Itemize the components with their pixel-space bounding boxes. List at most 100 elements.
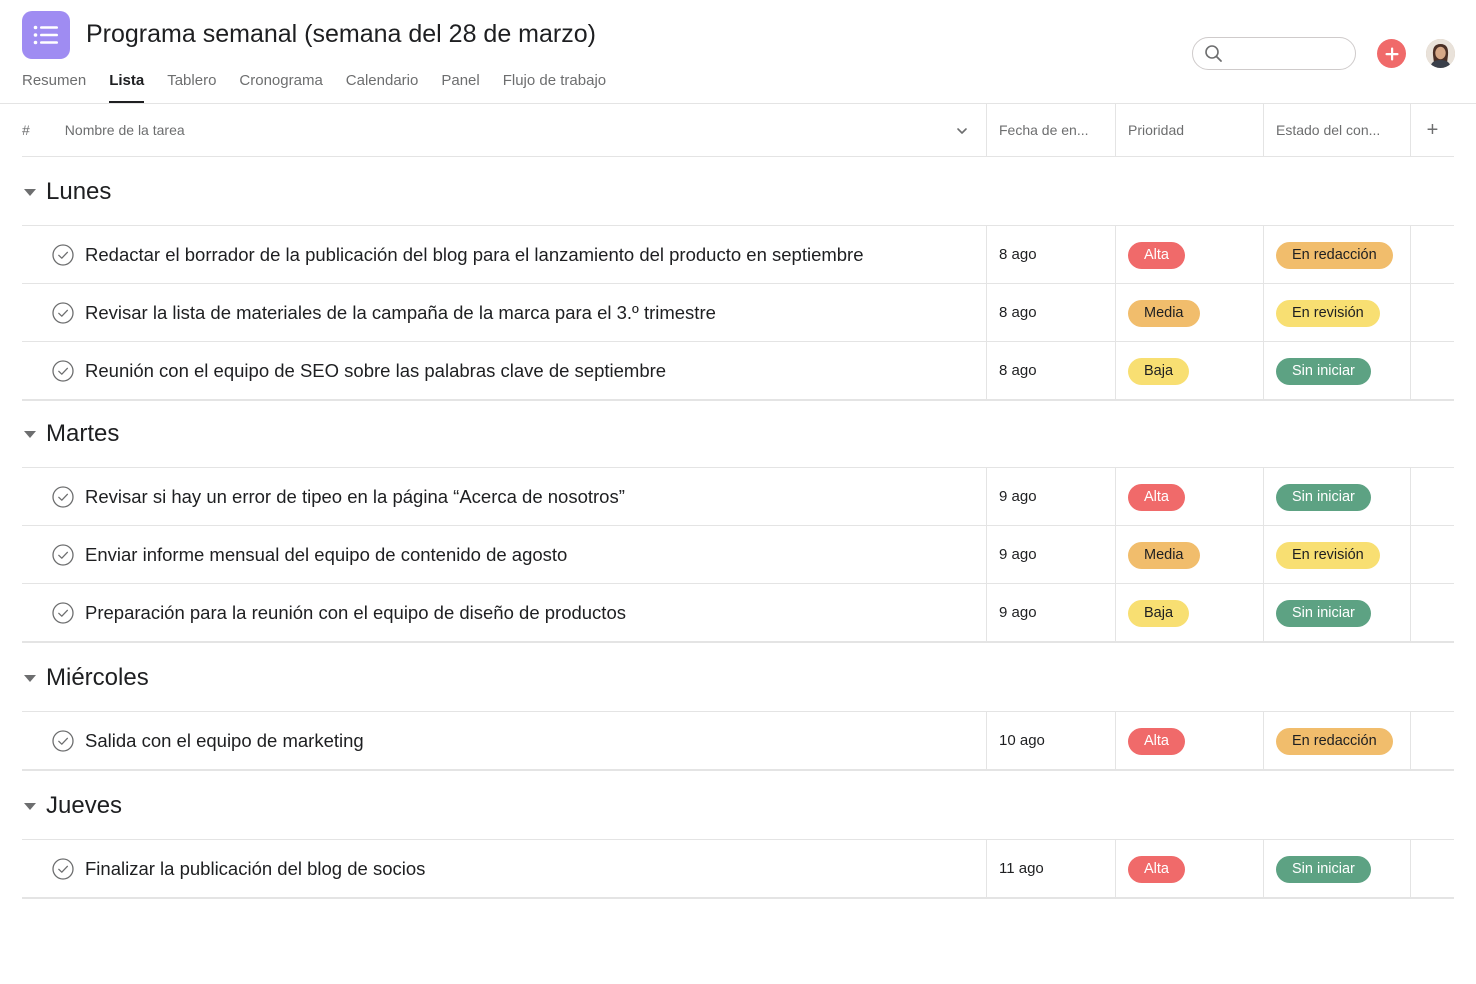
priority-badge[interactable]: Baja [1128,357,1190,385]
column-header-status[interactable]: Estado del con... [1264,104,1411,157]
section-title: Lunes [46,178,112,205]
status-badge[interactable]: En revisión [1276,299,1380,327]
column-header-name: # Nombre de la tarea [22,104,987,157]
add-button[interactable] [1377,39,1406,68]
column-divider [1263,840,1264,898]
project-list-icon [22,11,70,59]
task-name[interactable]: Preparación para la reunión con el equip… [85,602,626,624]
status-badge[interactable]: Sin iniciar [1276,483,1371,511]
check-circle-icon[interactable] [52,360,74,382]
chevron-down-icon[interactable] [956,124,968,140]
column-divider [1410,104,1411,157]
check-circle-icon[interactable] [52,302,74,324]
priority-badge[interactable]: Alta [1128,727,1185,755]
status-badge[interactable]: En redacción [1276,241,1393,269]
section-header-miercoles[interactable]: Miércoles [22,658,149,698]
tab-cronograma[interactable]: Cronograma [239,72,322,103]
check-circle-icon[interactable] [52,858,74,880]
priority-badge[interactable]: Alta [1128,241,1185,269]
column-status-label: Estado del con... [1276,122,1381,138]
status-badge[interactable]: Sin iniciar [1276,357,1371,385]
tab-panel[interactable]: Panel [441,72,479,103]
section-header-martes[interactable]: Martes [22,414,119,454]
avatar[interactable] [1426,39,1455,68]
priority-badge[interactable]: Media [1128,541,1200,569]
column-header-date[interactable]: Fecha de en... [987,104,1116,157]
check-circle-icon[interactable] [52,244,74,266]
row-divider [22,769,1454,771]
column-divider [1115,226,1116,400]
status-badge[interactable]: Sin iniciar [1276,599,1371,627]
section-header-lunes[interactable]: Lunes [22,172,111,212]
add-column-button[interactable]: + [1411,104,1454,157]
task-name[interactable]: Salida con el equipo de marketing [85,730,364,752]
caret-down-icon[interactable] [24,802,36,810]
column-divider [1410,840,1411,898]
caret-down-icon[interactable] [24,430,36,438]
due-date[interactable]: 9 ago [999,603,1037,623]
status-badge[interactable]: Sin iniciar [1276,855,1371,883]
due-date[interactable]: 9 ago [999,545,1037,565]
view-tabs: Resumen Lista Tablero Cronograma Calenda… [22,72,629,104]
status-badge[interactable]: En redacción [1276,727,1393,755]
column-divider [1115,840,1116,898]
due-date[interactable]: 8 ago [999,245,1037,265]
column-divider [1115,468,1116,642]
column-priority-label: Prioridad [1128,122,1185,138]
column-divider [1115,712,1116,770]
plus-icon: + [1426,118,1439,141]
task-name[interactable]: Revisar la lista de materiales de la cam… [85,302,716,324]
task-name[interactable]: Redactar el borrador de la publicación d… [85,244,864,266]
due-date[interactable]: 11 ago [999,859,1044,879]
column-name-label[interactable]: Nombre de la tarea [65,122,185,138]
column-divider [1263,104,1264,157]
due-date[interactable]: 8 ago [999,303,1037,323]
page-title: Programa semanal (semana del 28 de marzo… [86,20,596,48]
check-circle-icon[interactable] [52,730,74,752]
task-name[interactable]: Reunión con el equipo de SEO sobre las p… [85,360,666,382]
column-date-label: Fecha de en... [999,122,1089,138]
status-badge[interactable]: En revisión [1276,541,1380,569]
tab-flujo-de-trabajo[interactable]: Flujo de trabajo [503,72,606,103]
plus-icon [1385,47,1398,60]
section-header-jueves[interactable]: Jueves [22,786,122,826]
check-circle-icon[interactable] [52,544,74,566]
priority-badge[interactable]: Baja [1128,599,1190,627]
tab-lista[interactable]: Lista [109,72,145,103]
task-name[interactable]: Enviar informe mensual del equipo de con… [85,544,567,566]
check-circle-icon[interactable] [52,602,74,624]
column-divider [1263,712,1264,770]
column-divider [986,226,987,400]
section-title: Martes [46,420,120,447]
column-divider [986,840,987,898]
priority-badge[interactable]: Alta [1128,855,1185,883]
search-icon [1204,44,1224,69]
row-divider [22,399,1454,401]
tab-resumen[interactable]: Resumen [22,72,86,103]
row-divider [22,641,1454,643]
check-circle-icon[interactable] [52,486,74,508]
priority-badge[interactable]: Alta [1128,483,1185,511]
column-divider [986,104,987,157]
caret-down-icon[interactable] [24,674,36,682]
column-header-priority[interactable]: Prioridad [1116,104,1264,157]
due-date[interactable]: 10 ago [999,731,1045,751]
priority-badge[interactable]: Media [1128,299,1200,327]
column-divider [1263,468,1264,642]
column-divider [1115,104,1116,157]
tab-calendario[interactable]: Calendario [346,72,419,103]
column-divider [1410,712,1411,770]
due-date[interactable]: 9 ago [999,487,1037,507]
section-title: Miércoles [46,664,149,691]
column-divider [1263,226,1264,400]
task-name[interactable]: Revisar si hay un error de tipeo en la p… [85,486,625,508]
due-date[interactable]: 8 ago [999,361,1037,381]
tab-tablero[interactable]: Tablero [167,72,216,103]
section-title: Jueves [46,792,123,819]
caret-down-icon[interactable] [24,188,36,196]
search-input[interactable] [1192,37,1356,70]
column-divider [1410,226,1411,400]
task-name[interactable]: Finalizar la publicación del blog de soc… [85,858,425,880]
column-divider [986,468,987,642]
column-number-label: # [22,122,30,138]
